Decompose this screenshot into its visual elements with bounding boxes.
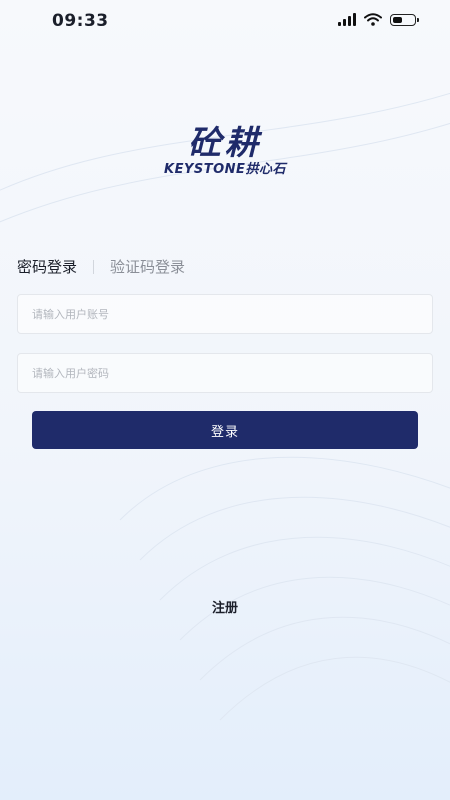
status-time: 09:33: [52, 11, 109, 31]
status-bar: 09:33: [0, 0, 450, 44]
tab-password-login[interactable]: 密码登录: [17, 256, 77, 277]
wifi-icon: [364, 13, 382, 26]
password-field: [17, 353, 433, 393]
register-link[interactable]: 注册: [0, 597, 450, 616]
password-input[interactable]: [18, 354, 432, 392]
battery-icon: [390, 13, 419, 26]
account-field: [17, 294, 433, 334]
cellular-signal-icon: [338, 13, 356, 26]
login-mode-tabs: 密码登录 验证码登录: [17, 256, 185, 277]
account-input[interactable]: [18, 295, 432, 333]
app-logo-subtitle: KEYSTONE拱心石: [164, 162, 286, 177]
login-button[interactable]: 登录: [32, 411, 418, 449]
app-logo-title: 砼耕: [188, 123, 262, 162]
tab-sms-code-login[interactable]: 验证码登录: [110, 256, 185, 277]
status-icons: [338, 13, 419, 26]
tab-divider: [93, 259, 95, 274]
